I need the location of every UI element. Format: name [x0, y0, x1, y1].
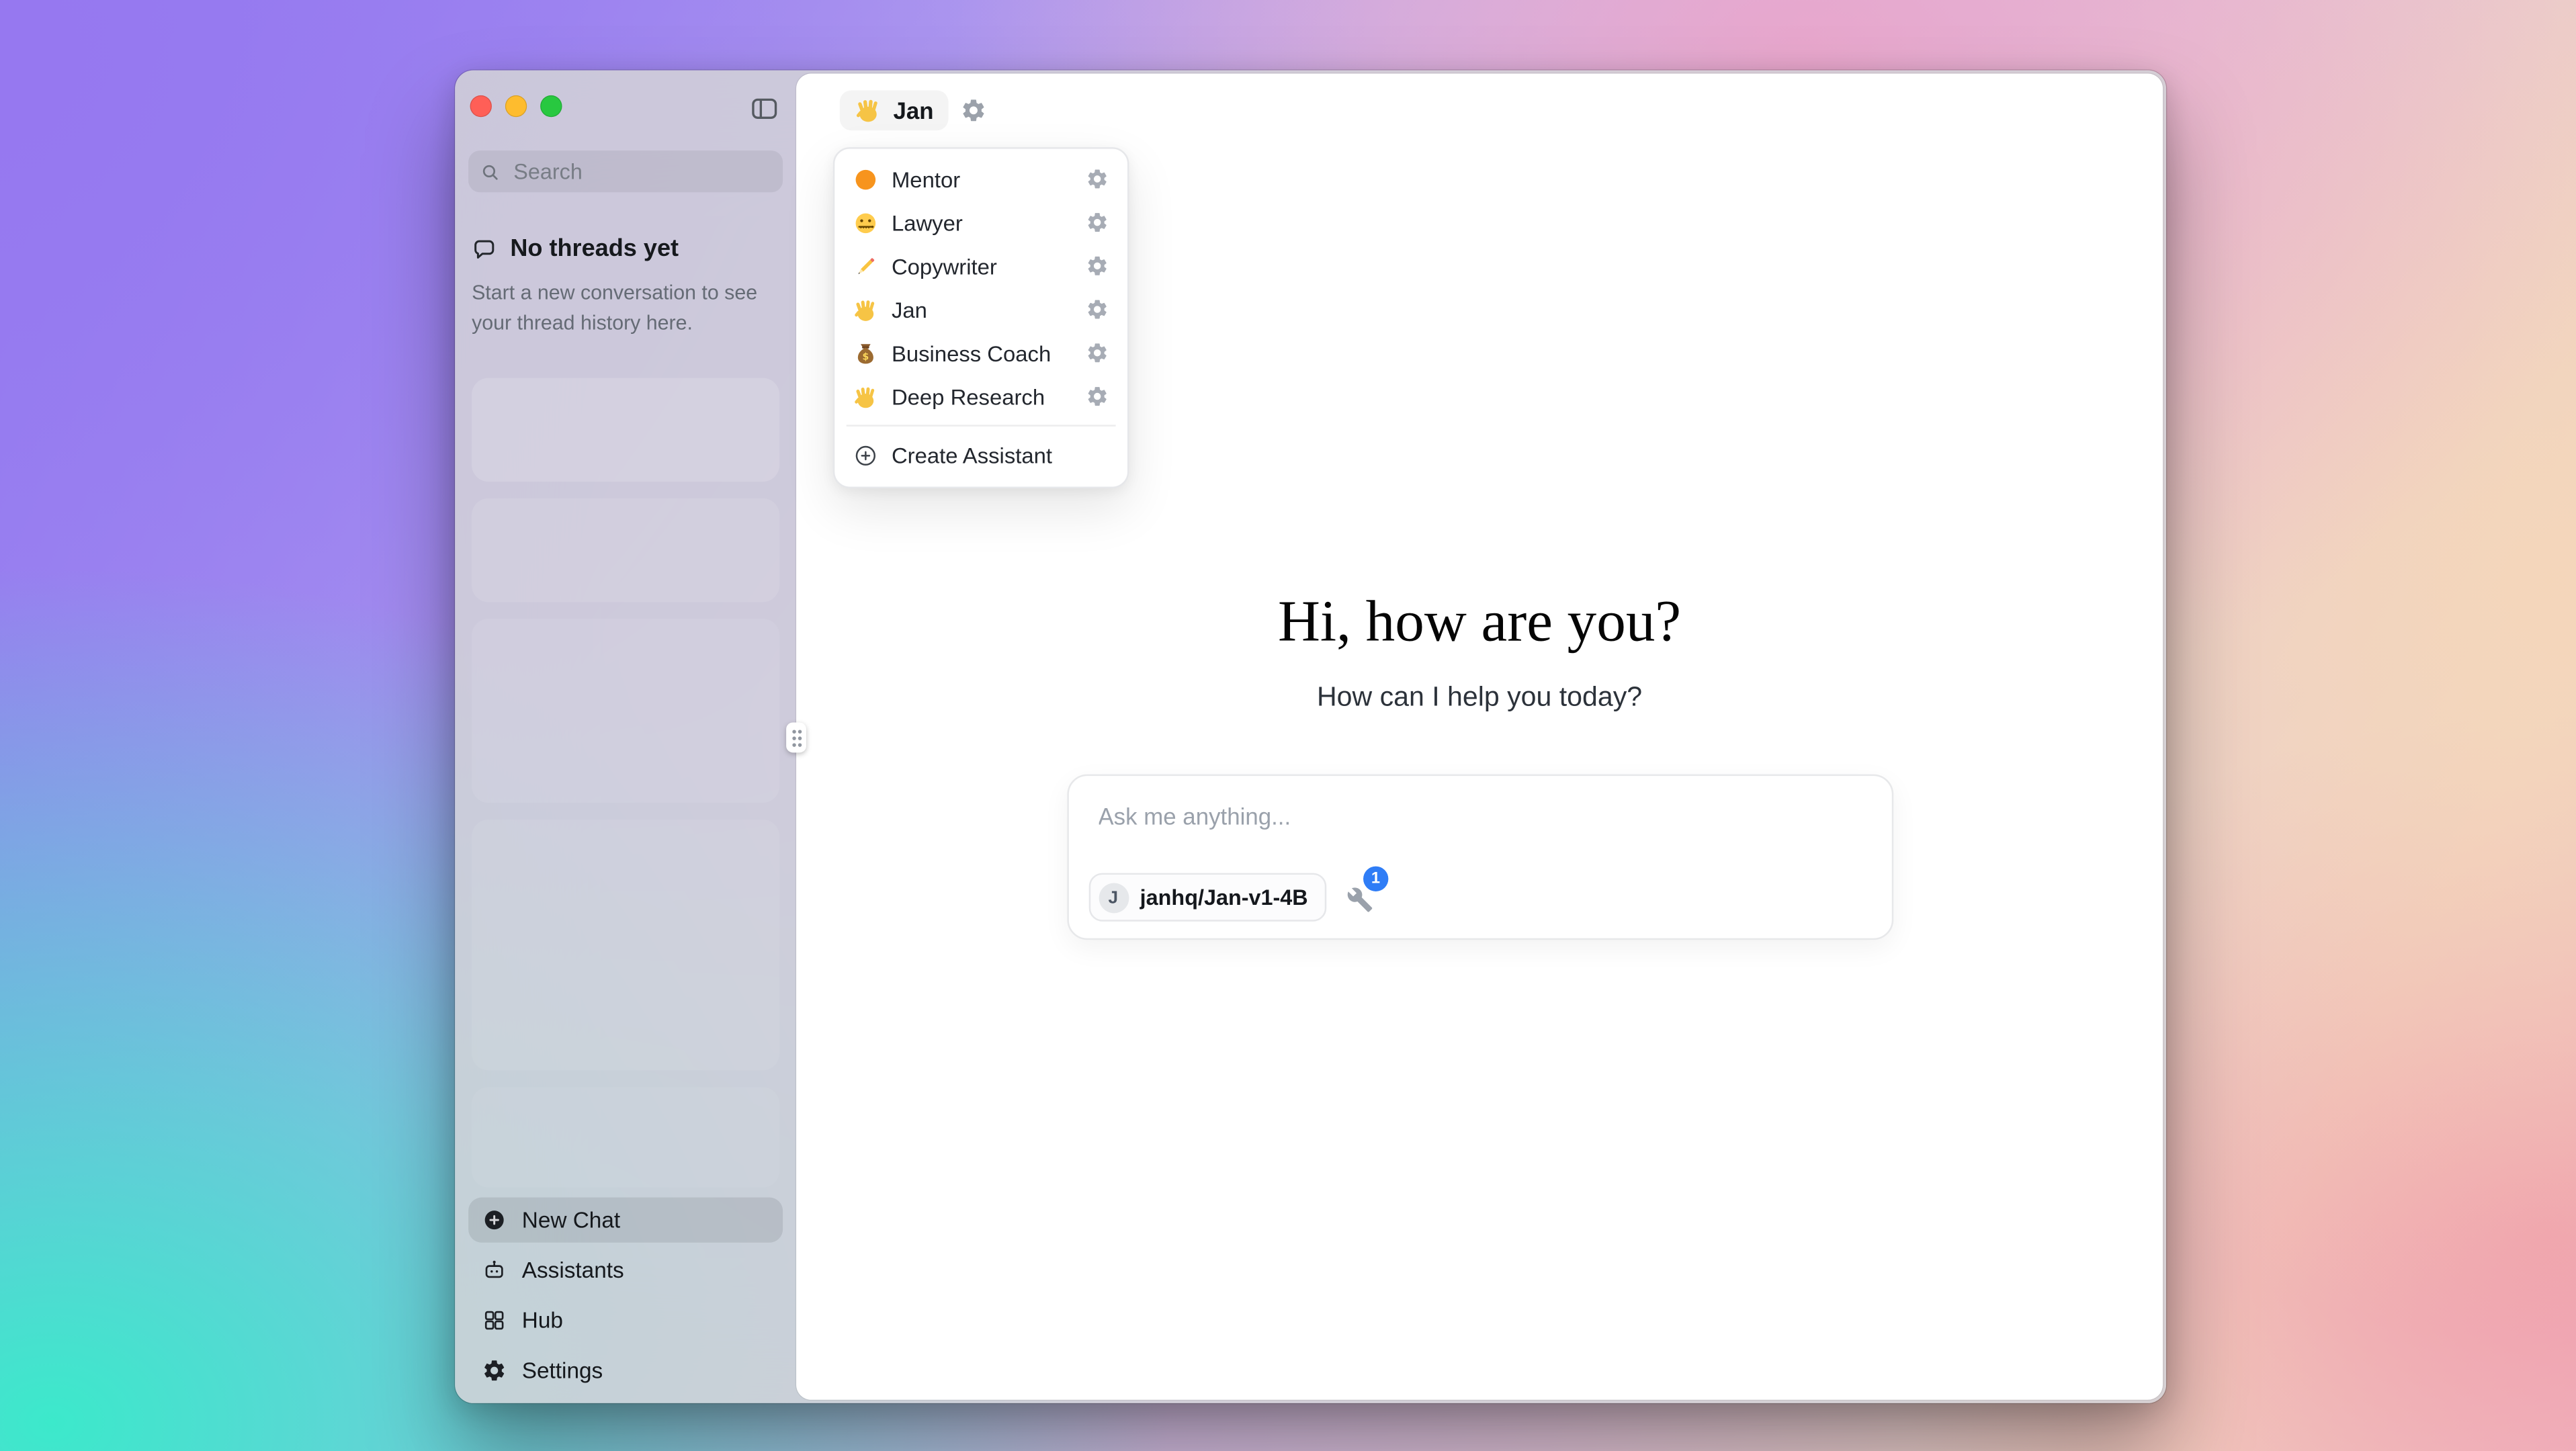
app-window: No threads yet Start a new conversation … [455, 71, 2166, 1403]
assistant-menu-label: Business Coach [892, 341, 1051, 365]
thread-skeleton [472, 378, 779, 482]
pane-resize-handle[interactable] [786, 723, 806, 753]
thread-skeletons [472, 378, 779, 1204]
new-chat-icon [482, 1207, 507, 1232]
assistant-menu-item-copywriter[interactable]: Copywriter [843, 244, 1119, 288]
assistant-menu-item-mentor[interactable]: Mentor [843, 157, 1119, 201]
wave-emoji-icon [853, 297, 878, 322]
assistant-gear-icon[interactable] [1086, 385, 1109, 408]
window-controls [470, 95, 562, 117]
assistant-menu-item-lawyer[interactable]: Lawyer [843, 201, 1119, 245]
search-input[interactable] [510, 157, 771, 185]
sidebar-item-label: Settings [522, 1358, 603, 1383]
main-panel: Jan Mentor [796, 74, 2163, 1400]
greeting: Hi, how are you? How can I help you toda… [796, 588, 2163, 714]
chat-input[interactable] [1094, 801, 1871, 832]
assistants-icon [482, 1258, 507, 1282]
sidebar-item-label: Hub [522, 1308, 563, 1333]
thread-skeleton [472, 619, 779, 803]
close-button[interactable] [470, 95, 492, 117]
greeting-title: Hi, how are you? [796, 588, 2163, 656]
create-assistant-button[interactable]: Create Assistant [843, 433, 1119, 478]
assistant-menu-label: Jan [892, 297, 927, 322]
empty-threads-state: No threads yet Start a new conversation … [472, 236, 766, 339]
sidebar-toggle-icon[interactable] [748, 92, 779, 124]
plus-circle-icon [853, 443, 878, 468]
assistant-gear-icon[interactable] [1086, 211, 1109, 234]
model-selector[interactable]: J janhq/Jan-v1-4B [1088, 873, 1326, 922]
tools-count-badge: 1 [1363, 867, 1388, 891]
pencil-emoji-icon [853, 253, 878, 278]
chat-bubble-icon [472, 236, 497, 261]
wave-emoji-icon [855, 97, 882, 124]
wave-emoji-icon [853, 384, 878, 408]
assistant-menu-label: Lawyer [892, 210, 963, 234]
assistant-menu-item-business-coach[interactable]: $ Business Coach [843, 331, 1119, 375]
sidebar-item-label: New Chat [522, 1207, 620, 1232]
model-name: janhq/Jan-v1-4B [1140, 885, 1308, 910]
assistant-gear-icon[interactable] [1086, 341, 1109, 365]
money-bag-emoji-icon: $ [853, 341, 878, 365]
search-icon [480, 161, 501, 181]
assistant-menu-label: Copywriter [892, 253, 997, 278]
greeting-subtitle: How can I help you today? [796, 683, 2163, 714]
sidebar-item-label: Assistants [522, 1258, 624, 1282]
wrench-icon [1346, 886, 1373, 913]
empty-threads-title: No threads yet [510, 236, 679, 263]
sidebar-item-hub[interactable]: Hub [468, 1298, 783, 1343]
empty-threads-subtitle: Start a new conversation to see your thr… [472, 277, 766, 339]
sidebar-item-new-chat[interactable]: New Chat [468, 1198, 783, 1243]
hub-icon [482, 1308, 507, 1333]
menu-divider [847, 425, 1116, 426]
create-assistant-label: Create Assistant [892, 443, 1052, 468]
assistant-selector[interactable]: Jan [840, 90, 949, 130]
tools-button[interactable]: 1 [1346, 883, 1375, 912]
main-header: Jan [796, 74, 2163, 148]
minimize-button[interactable] [505, 95, 527, 117]
thread-skeleton [472, 820, 779, 1070]
gear-icon [482, 1358, 507, 1383]
sidebar-item-settings[interactable]: Settings [468, 1348, 783, 1393]
assistant-gear-icon[interactable] [1086, 254, 1109, 277]
assistant-settings-gear-icon[interactable] [960, 97, 987, 124]
sidebar-nav: New Chat Assistants Hu [468, 1192, 783, 1393]
assistant-menu-label: Deep Research [892, 384, 1045, 408]
desktop-background: No threads yet Start a new conversation … [0, 0, 2576, 1451]
assistant-gear-icon[interactable] [1086, 298, 1109, 321]
sidebar: No threads yet Start a new conversation … [455, 71, 796, 1403]
orange-circle-emoji-icon [853, 167, 878, 191]
model-avatar: J [1098, 882, 1128, 912]
zipper-mouth-emoji-icon [853, 210, 878, 234]
svg-text:$: $ [862, 351, 869, 361]
composer-card: J janhq/Jan-v1-4B 1 [1066, 775, 1893, 940]
assistant-selector-label: Jan [893, 97, 933, 124]
zoom-button[interactable] [540, 95, 562, 117]
search-box[interactable] [468, 150, 783, 192]
composer-toolbar: J janhq/Jan-v1-4B 1 [1088, 873, 1375, 922]
assistant-menu-item-jan[interactable]: Jan [843, 288, 1119, 331]
assistant-menu-label: Mentor [892, 167, 960, 191]
thread-skeleton [472, 498, 779, 602]
assistant-menu: Mentor Lawyer [833, 147, 1129, 488]
grip-dots-icon [790, 728, 802, 746]
sidebar-item-assistants[interactable]: Assistants [468, 1247, 783, 1292]
assistant-gear-icon[interactable] [1086, 167, 1109, 191]
thread-skeleton [472, 1087, 779, 1187]
assistant-menu-item-deep-research[interactable]: Deep Research [843, 375, 1119, 419]
